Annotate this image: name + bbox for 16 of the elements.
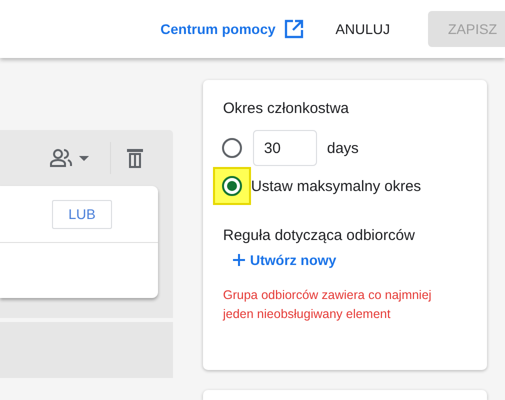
option-label: Ustaw maksymalny okres [251,178,422,194]
membership-title: Okres członkostwa [223,100,350,117]
days-label: days [327,140,359,156]
or-button[interactable]: LUB [52,200,112,228]
external-link-icon[interactable] [284,19,304,39]
error-message: Grupa odbiorców zawiera co najmniej jeden nieobsługiwany element [223,287,432,323]
cancel-button[interactable]: ANULUJ [336,21,390,37]
days-input[interactable]: 30 [253,130,317,166]
trash-icon[interactable] [127,148,143,168]
radio-button[interactable] [222,176,242,196]
help-link[interactable]: Centrum pomocy [160,21,276,37]
create-link[interactable]: Utwórz nowy [233,252,467,268]
plus-icon [233,254,245,266]
rule-title: Reguła dotycząca odbiorców [223,227,416,244]
radio-button[interactable] [222,138,242,158]
people-icon[interactable] [50,148,90,168]
